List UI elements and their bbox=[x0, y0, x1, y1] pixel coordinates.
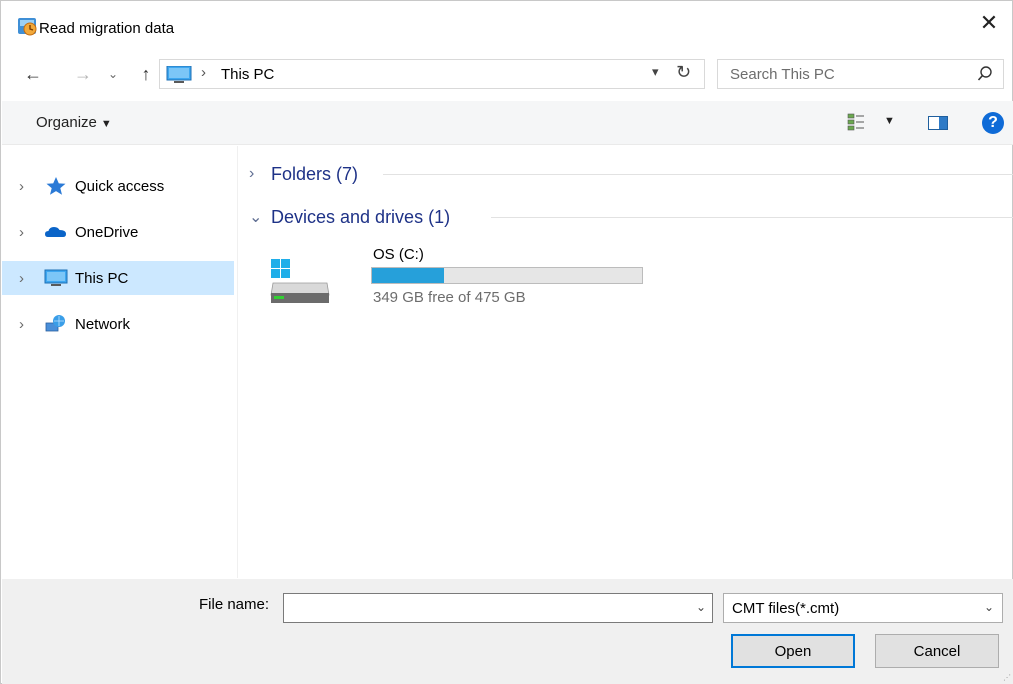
up-arrow-icon[interactable]: ↑ bbox=[134, 61, 158, 87]
expanded-chevron-icon: ⌄ bbox=[249, 209, 263, 226]
navigation-pane: › Quick access › OneDrive › This PC › Ne… bbox=[2, 146, 238, 578]
search-icon[interactable] bbox=[977, 65, 993, 83]
window-title: Read migration data bbox=[39, 20, 175, 37]
cancel-button[interactable]: Cancel bbox=[875, 634, 999, 668]
address-bar[interactable]: › This PC ▾ ↻ bbox=[159, 59, 705, 89]
file-name-input[interactable]: ⌄ bbox=[283, 593, 713, 623]
group-divider bbox=[383, 174, 1013, 175]
drive-usage-fill bbox=[372, 268, 444, 283]
file-name-label: File name: bbox=[199, 596, 270, 613]
preview-pane-icon[interactable] bbox=[928, 116, 948, 130]
sidebar-item-label: This PC bbox=[75, 269, 129, 287]
search-placeholder: Search This PC bbox=[730, 66, 835, 83]
caret-down-icon: ▼ bbox=[100, 118, 112, 130]
file-name-dropdown-icon[interactable]: ⌄ bbox=[696, 600, 706, 614]
sidebar-item-label: OneDrive bbox=[75, 223, 139, 241]
organize-label: Organize bbox=[36, 114, 97, 131]
cloud-icon bbox=[45, 227, 66, 237]
drive-item-os-c[interactable]: OS (C:) 349 GB free of 475 GB bbox=[269, 246, 643, 316]
group-divider bbox=[491, 217, 1013, 218]
help-icon[interactable]: ? bbox=[982, 112, 1004, 134]
command-bar: Organize ▼ ▼ ? bbox=[2, 101, 1013, 145]
view-options-caret-icon[interactable]: ▼ bbox=[884, 115, 895, 127]
sidebar-item-onedrive[interactable]: › OneDrive bbox=[2, 215, 234, 249]
file-dialog: Read migration data ✕ ← → ⌄ ↑ › This PC … bbox=[0, 0, 1013, 684]
chevron-down-icon[interactable]: ⌄ bbox=[984, 600, 994, 614]
group-header-folders[interactable]: › Folders (7) bbox=[249, 162, 358, 186]
sidebar-item-quick-access[interactable]: › Quick access bbox=[2, 169, 234, 203]
sidebar-item-this-pc[interactable]: › This PC bbox=[2, 261, 234, 295]
windows-drive-icon bbox=[270, 259, 330, 303]
expand-chevron-icon[interactable]: › bbox=[19, 316, 24, 333]
expand-chevron-icon[interactable]: › bbox=[19, 178, 24, 195]
drive-free-space: 349 GB free of 475 GB bbox=[373, 289, 526, 306]
close-button[interactable]: ✕ bbox=[966, 1, 1012, 45]
address-dropdown-icon[interactable]: ▾ bbox=[652, 64, 659, 80]
expand-chevron-icon[interactable]: › bbox=[19, 224, 24, 241]
file-type-value: CMT files(*.cmt) bbox=[732, 600, 840, 617]
collapsed-chevron-icon: › bbox=[249, 165, 255, 182]
search-input[interactable]: Search This PC bbox=[717, 59, 1004, 89]
group-label: Folders (7) bbox=[271, 163, 359, 184]
group-label: Devices and drives (1) bbox=[271, 206, 451, 227]
star-icon bbox=[46, 177, 66, 195]
back-arrow-icon[interactable]: ← bbox=[21, 61, 45, 87]
network-icon bbox=[45, 315, 65, 332]
migration-app-icon bbox=[18, 18, 37, 36]
organize-menu-button[interactable]: Organize ▼ bbox=[36, 114, 112, 131]
refresh-icon[interactable]: ↻ bbox=[676, 62, 691, 83]
open-button[interactable]: Open bbox=[731, 634, 855, 668]
computer-icon bbox=[166, 66, 192, 83]
drive-name: OS (C:) bbox=[373, 246, 424, 263]
breadcrumb-this-pc[interactable]: This PC bbox=[221, 66, 274, 83]
expand-chevron-icon[interactable]: › bbox=[19, 270, 24, 287]
bottom-panel: File name: ⌄ CMT files(*.cmt) ⌄ Open Can… bbox=[2, 579, 1013, 684]
file-type-select[interactable]: CMT files(*.cmt) ⌄ bbox=[723, 593, 1003, 623]
drive-usage-bar bbox=[371, 267, 643, 284]
resize-grip-icon[interactable]: ⋰ bbox=[1003, 673, 1011, 682]
group-header-devices-and-drives[interactable]: ⌄ Devices and drives (1) bbox=[249, 205, 450, 229]
navigation-row: ← → ⌄ ↑ › This PC ▾ ↻ Search This PC bbox=[1, 53, 1012, 95]
sidebar-item-label: Network bbox=[75, 315, 131, 333]
forward-arrow-icon[interactable]: → bbox=[71, 61, 95, 87]
sidebar-item-network[interactable]: › Network bbox=[2, 307, 234, 341]
recent-locations-chevron-icon[interactable]: ⌄ bbox=[104, 61, 122, 87]
title-bar: Read migration data ✕ bbox=[1, 1, 1012, 45]
sidebar-item-label: Quick access bbox=[75, 177, 165, 195]
file-list-area: › Folders (7) ⌄ Devices and drives (1) O… bbox=[239, 146, 1013, 578]
computer-icon bbox=[44, 269, 68, 286]
breadcrumb-separator: › bbox=[201, 64, 206, 81]
change-view-icon[interactable] bbox=[847, 113, 865, 131]
